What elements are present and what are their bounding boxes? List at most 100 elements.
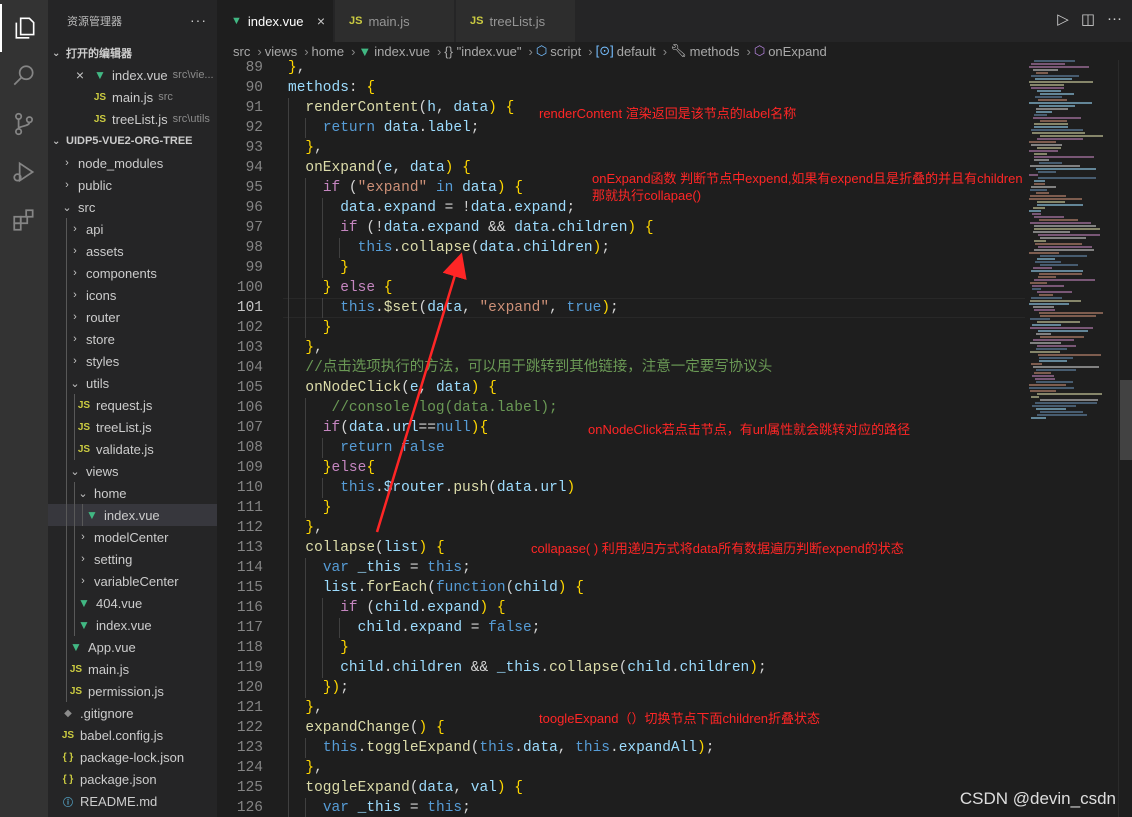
breadcrumb-item[interactable]: methods: [690, 44, 740, 59]
breadcrumb-item[interactable]: index.vue: [374, 44, 430, 59]
indent-guide: [66, 328, 67, 350]
chevron-down-icon: ⌄: [52, 135, 61, 147]
folder-item[interactable]: › store: [48, 328, 217, 350]
file-tree: › node_modules › public ⌄ src › api › assets › comp…: [48, 152, 217, 812]
open-editors-section[interactable]: ⌄ 打开的编辑器: [48, 42, 217, 64]
chevron-right-icon: ›: [73, 355, 77, 367]
folder-item[interactable]: › components: [48, 262, 217, 284]
file-item[interactable]: ▼ index.vue: [48, 504, 217, 526]
chevron-right-icon: ›: [351, 43, 356, 59]
folder-item[interactable]: › icons: [48, 284, 217, 306]
split-editor-icon[interactable]: ◫: [1081, 10, 1095, 28]
md-file-icon: ⓘ: [63, 797, 73, 809]
tree-item-label: styles: [86, 353, 120, 369]
folder-item[interactable]: › variableCenter: [48, 570, 217, 592]
file-item[interactable]: JS request.js: [48, 394, 217, 416]
indent-guide: [66, 592, 67, 614]
tree-item-label: node_modules: [78, 155, 164, 171]
tree-item-label: modelCenter: [94, 529, 169, 545]
folder-item[interactable]: › node_modules: [48, 152, 217, 174]
folder-item[interactable]: › assets: [48, 240, 217, 262]
explorer-title: 资源管理器: [67, 16, 122, 28]
explorer-icon[interactable]: [0, 4, 48, 52]
folder-item[interactable]: › styles: [48, 350, 217, 372]
search-icon[interactable]: [0, 52, 48, 100]
chevron-right-icon: ›: [662, 43, 668, 59]
file-item[interactable]: ⓘ README.md: [48, 790, 217, 812]
folder-item[interactable]: › router: [48, 306, 217, 328]
run-debug-icon[interactable]: [0, 148, 48, 196]
close-icon[interactable]: ×: [317, 13, 325, 29]
indent-guide: [66, 482, 67, 504]
vscode-window: 资源管理器 ··· ⌄ 打开的编辑器 × ▼ index.vue src\vie...…: [0, 0, 1132, 817]
chevron-down-icon: ⌄: [70, 465, 80, 478]
source-control-icon[interactable]: [0, 100, 48, 148]
file-item[interactable]: { } package.json: [48, 768, 217, 790]
chevron-right-icon: ›: [73, 223, 77, 235]
folder-item[interactable]: ⌄ src: [48, 196, 217, 218]
tab-main-js[interactable]: JS main.js: [335, 0, 455, 42]
indent-guide: [66, 658, 67, 680]
breadcrumb-item[interactable]: script: [550, 44, 581, 59]
watermark: CSDN @devin_csdn: [959, 789, 1116, 808]
folder-item[interactable]: › setting: [48, 548, 217, 570]
tree-item-label: icons: [86, 287, 117, 303]
chevron-right-icon: ›: [588, 43, 593, 59]
chevron-right-icon: ›: [304, 43, 309, 59]
tree-item-label: router: [86, 309, 120, 325]
indent-guide: [74, 548, 75, 570]
open-editor-item[interactable]: × ▼ index.vue src\vie...: [48, 64, 217, 86]
indent-guide: [66, 548, 67, 570]
project-section[interactable]: ⌄ UIDP5-VUE2-ORG-TREE: [48, 130, 217, 152]
breadcrumb-item[interactable]: src: [233, 44, 250, 59]
indent-guide: [66, 460, 67, 482]
run-icon[interactable]: ▷: [1057, 10, 1069, 28]
breadcrumb-item[interactable]: default: [617, 44, 656, 59]
indent-guide: [74, 416, 75, 438]
indent-guide: [66, 394, 67, 416]
open-editor-item[interactable]: JS treeList.js src\utils: [48, 108, 217, 130]
folder-item[interactable]: ⌄ views: [48, 460, 217, 482]
explorer-header: 资源管理器 ···: [48, 0, 217, 42]
file-item[interactable]: JS treeList.js: [48, 416, 217, 438]
tab-treelist-js[interactable]: JS treeList.js: [456, 0, 576, 42]
tab-index-vue[interactable]: ▼ index.vue ×: [217, 0, 334, 42]
breadcrumb-item[interactable]: onExpand: [768, 44, 827, 59]
folder-item[interactable]: ⌄ home: [48, 482, 217, 504]
breadcrumb-item[interactable]: {} "index.vue": [444, 44, 521, 59]
file-item[interactable]: JS main.js: [48, 658, 217, 680]
breadcrumb-item[interactable]: home: [312, 44, 345, 59]
code-editor[interactable]: 89}, 90 methods: {91 renderContent(h, data…: [217, 60, 1132, 817]
close-icon[interactable]: ×: [72, 67, 88, 83]
vue-file-icon: ▼: [70, 640, 82, 654]
vue-file-icon: ▼: [78, 618, 90, 632]
file-item[interactable]: JS permission.js: [48, 680, 217, 702]
file-item[interactable]: JS babel.config.js: [48, 724, 217, 746]
folder-item[interactable]: ⌄ utils: [48, 372, 217, 394]
activity-bar: [0, 0, 48, 817]
file-item[interactable]: { } package-lock.json: [48, 746, 217, 768]
editor-actions: ▷ ◫ ···: [1057, 10, 1122, 28]
folder-item[interactable]: › api: [48, 218, 217, 240]
file-item[interactable]: ◆ .gitignore: [48, 702, 217, 724]
more-actions-icon[interactable]: ···: [190, 12, 207, 28]
js-file-icon: JS: [69, 685, 83, 697]
js-file-icon: JS: [93, 113, 107, 125]
more-actions-icon[interactable]: ···: [1107, 10, 1122, 28]
indent-guide: [66, 240, 67, 262]
file-item[interactable]: JS validate.js: [48, 438, 217, 460]
file-item[interactable]: ▼ index.vue: [48, 614, 217, 636]
extensions-icon[interactable]: [0, 196, 48, 244]
folder-item[interactable]: › public: [48, 174, 217, 196]
tree-item-label: .gitignore: [80, 705, 134, 721]
tree-item-label: home: [94, 485, 127, 501]
file-item[interactable]: ▼ 404.vue: [48, 592, 217, 614]
open-editor-item[interactable]: JS main.js src: [48, 86, 217, 108]
js-file-icon: JS: [470, 15, 484, 27]
project-label: UIDP5-VUE2-ORG-TREE: [66, 135, 193, 147]
folder-item[interactable]: › modelCenter: [48, 526, 217, 548]
breadcrumb-item[interactable]: views: [265, 44, 298, 59]
chevron-right-icon: ›: [81, 531, 85, 543]
file-item[interactable]: ▼ App.vue: [48, 636, 217, 658]
tree-item-label: assets: [86, 243, 124, 259]
